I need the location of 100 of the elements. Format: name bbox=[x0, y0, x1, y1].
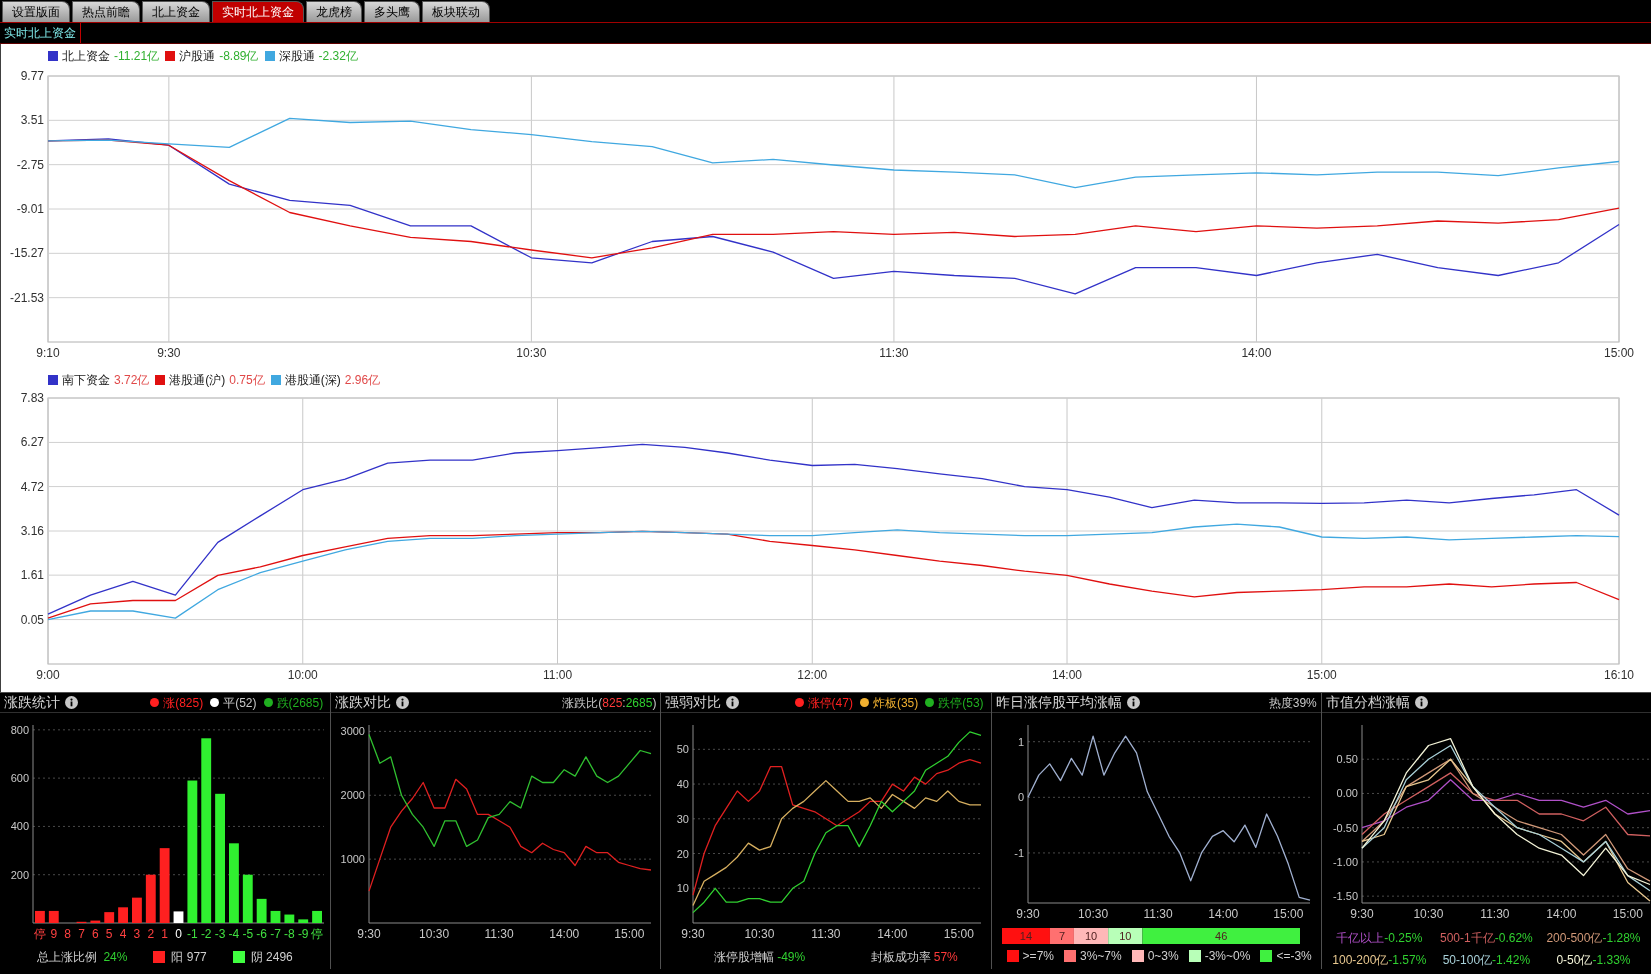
axis-label: 3.16 bbox=[20, 524, 44, 538]
axis-label: 11:30 bbox=[811, 927, 841, 941]
legend-label: 深股通 bbox=[278, 48, 315, 65]
axis-label: 9 bbox=[50, 927, 58, 941]
legend-label: 沪股通 bbox=[179, 48, 216, 65]
axis-label: -1.50 bbox=[1332, 890, 1358, 903]
axis-label: 9:30 bbox=[1015, 907, 1040, 921]
axis-label: -3 bbox=[214, 927, 226, 941]
legend-value: -2.32亿 bbox=[318, 48, 358, 65]
legend-label: 北上资金 bbox=[62, 48, 110, 65]
axis-label: 14:00 bbox=[1052, 668, 1083, 682]
axis-label: -21.53 bbox=[9, 290, 44, 305]
legend-label: 3%~7% bbox=[1079, 948, 1122, 965]
axis-label: 9:30 bbox=[157, 346, 181, 360]
legend-label: 50-100亿 bbox=[1442, 952, 1493, 969]
legend-label: 阳 977 bbox=[171, 949, 207, 966]
axis-label: 9:30 bbox=[681, 927, 706, 941]
axis-label: -5 bbox=[242, 927, 254, 941]
axis-label: -6 bbox=[256, 927, 267, 941]
axis-label: 1 bbox=[1017, 735, 1024, 748]
stat-value: 57% bbox=[933, 949, 958, 966]
axis-label: 10:30 bbox=[516, 346, 547, 360]
legend-value: -1.42% bbox=[1492, 952, 1531, 969]
axis-label: 11:30 bbox=[1480, 907, 1510, 921]
legend-label: 涨停(47) bbox=[807, 694, 853, 712]
axis-label: 9:30 bbox=[357, 927, 381, 941]
axis-label: 15:00 bbox=[944, 927, 975, 941]
axis-label: -1 bbox=[187, 927, 198, 941]
axis-label: 50 bbox=[677, 743, 690, 756]
stat-label: 封板成功率 bbox=[870, 949, 931, 966]
data-label: 14 bbox=[1019, 930, 1032, 942]
panel-title: 涨跌统计 bbox=[4, 693, 60, 712]
data-label: 10 bbox=[1084, 930, 1097, 942]
legend-value: -11.21亿 bbox=[114, 48, 160, 65]
axis-label: 14:00 bbox=[1207, 907, 1238, 921]
stat-value: -49% bbox=[777, 949, 806, 966]
axis-label: 6.27 bbox=[20, 435, 44, 450]
legend-label: 500-1千亿 bbox=[1440, 930, 1495, 947]
axis-label: 1000 bbox=[340, 853, 366, 866]
summary-label: 总上涨比例 bbox=[37, 949, 98, 966]
axis-label: 停 bbox=[311, 927, 324, 941]
axis-label: 3 bbox=[133, 927, 141, 941]
axis-label: 14:00 bbox=[1241, 346, 1272, 360]
legend-label: 港股通(沪) bbox=[169, 372, 226, 389]
axis-label: -9.01 bbox=[16, 202, 44, 216]
legend-value: -1.28% bbox=[1602, 930, 1641, 947]
legend-label: >=7% bbox=[1022, 948, 1054, 965]
data-label: 46 bbox=[1214, 930, 1227, 942]
legend-value: 2.96亿 bbox=[344, 372, 381, 389]
legend-label: <=-3% bbox=[1276, 948, 1312, 965]
page-title: 实时北上资金 bbox=[0, 23, 81, 43]
summary-value: 24% bbox=[103, 949, 128, 966]
axis-label: 0.05 bbox=[20, 612, 44, 627]
axis-label: 5 bbox=[105, 927, 113, 941]
axis-label: 11:00 bbox=[542, 668, 573, 682]
axis-label: -9 bbox=[297, 927, 309, 941]
axis-label: 9.77 bbox=[20, 69, 44, 83]
axis-label: 10:30 bbox=[744, 927, 775, 941]
legend-value: -8.89亿 bbox=[219, 48, 259, 65]
axis-label: 15:00 bbox=[1306, 668, 1337, 682]
panel-title: 昨日涨停股平均涨幅 bbox=[995, 693, 1122, 712]
stat-label: 涨停股增幅 bbox=[714, 949, 775, 966]
legend-label: 港股通(深) bbox=[284, 372, 341, 389]
panel-title: 强弱对比 bbox=[665, 693, 722, 712]
axis-label: 10:30 bbox=[419, 927, 450, 941]
axis-label: 10:30 bbox=[1077, 907, 1108, 921]
axis-label: 4.72 bbox=[20, 479, 44, 494]
axis-label: 14:00 bbox=[1546, 907, 1577, 921]
axis-label: 2 bbox=[147, 927, 155, 941]
legend-value: 0.75亿 bbox=[229, 372, 265, 389]
panel-title: 涨跌对比 bbox=[335, 693, 392, 712]
heat-text: 热度39% bbox=[1268, 694, 1317, 712]
axis-label: 12:00 bbox=[797, 668, 828, 682]
legend-value: -0.62% bbox=[1494, 930, 1533, 947]
axis-label: 6 bbox=[92, 927, 99, 941]
axis-label: 8 bbox=[64, 927, 71, 941]
axis-label: 1.61 bbox=[20, 568, 44, 583]
axis-label: 400 bbox=[10, 820, 29, 833]
legend-value: -1.57% bbox=[1388, 952, 1427, 969]
axis-label: 800 bbox=[10, 723, 29, 736]
axis-label: 16:10 bbox=[1604, 668, 1634, 682]
axis-label: -2 bbox=[200, 927, 212, 941]
panel-title: 市值分档涨幅 bbox=[1325, 693, 1410, 712]
axis-label: -8 bbox=[284, 927, 295, 941]
legend-label: 平(52) bbox=[223, 694, 257, 712]
axis-label: 15:00 bbox=[1604, 346, 1634, 360]
axis-label: 0.00 bbox=[1336, 787, 1358, 800]
ratio-text: 涨跌比(825:2685) bbox=[562, 694, 657, 712]
axis-label: 9:10 bbox=[36, 346, 60, 360]
legend-label: 200-500亿 bbox=[1546, 930, 1603, 947]
axis-label: 15:00 bbox=[614, 927, 645, 941]
legend-label: 阴 2496 bbox=[250, 949, 293, 966]
axis-label: -7 bbox=[270, 927, 281, 941]
axis-label: 20 bbox=[677, 847, 690, 860]
legend-value: -1.33% bbox=[1592, 952, 1631, 969]
axis-label: 40 bbox=[677, 778, 690, 791]
axis-label: 10:00 bbox=[287, 668, 318, 682]
axis-label: 停 bbox=[33, 927, 46, 941]
data-label: 7 bbox=[1058, 930, 1065, 942]
axis-label: 10 bbox=[677, 882, 690, 895]
